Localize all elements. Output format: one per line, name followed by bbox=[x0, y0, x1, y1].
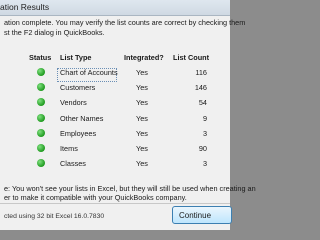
list-count-cell: 54 bbox=[198, 98, 207, 108]
header-integrated: Integrated? bbox=[124, 53, 164, 62]
status-ok-icon bbox=[37, 143, 45, 152]
status-ok-icon bbox=[37, 128, 45, 137]
status-ok-icon bbox=[37, 83, 45, 92]
continue-button[interactable]: Continue bbox=[172, 206, 232, 224]
list-type-cell: Classes bbox=[60, 159, 86, 169]
header-list-count: List Count bbox=[173, 53, 210, 62]
integrated-cell: Yes bbox=[136, 128, 148, 138]
table-row: Classes Yes 3 bbox=[0, 156, 230, 171]
title-bar: ation Results bbox=[0, 0, 230, 16]
table-row: Chart of Accounts Yes 116 bbox=[0, 65, 230, 82]
list-type-cell: Other Names bbox=[60, 113, 104, 123]
header-status: Status bbox=[29, 53, 52, 62]
divider bbox=[0, 203, 230, 204]
window-title: ation Results bbox=[0, 2, 50, 12]
integrated-cell: Yes bbox=[136, 98, 148, 108]
list-type-cell: Vendors bbox=[60, 98, 87, 108]
integrated-cell: Yes bbox=[136, 143, 148, 153]
table-row: Customers Yes 146 bbox=[0, 80, 230, 95]
header-list-type: List Type bbox=[60, 53, 92, 62]
status-ok-icon bbox=[37, 98, 45, 107]
integration-results-dialog: ation Results ation complete. You may ve… bbox=[0, 0, 256, 230]
status-ok-icon bbox=[37, 113, 45, 122]
footer-note-line-2: er to make it compatible with your Quick… bbox=[4, 192, 187, 202]
integrated-cell: Yes bbox=[136, 159, 148, 169]
integrated-cell: Yes bbox=[136, 113, 148, 123]
description-line-1: ation complete. You may verify the list … bbox=[4, 18, 246, 27]
status-ok-icon bbox=[37, 159, 45, 168]
status-text: cted using 32 bit Excel 16.0.7830 bbox=[4, 213, 105, 220]
list-count-cell: 9 bbox=[202, 113, 207, 123]
table-row: Items Yes 90 bbox=[0, 141, 230, 156]
table-row: Employees Yes 3 bbox=[0, 126, 230, 141]
list-count-cell: 90 bbox=[198, 143, 207, 153]
table-row: Other Names Yes 9 bbox=[0, 111, 230, 126]
integrated-cell: Yes bbox=[136, 68, 148, 77]
list-count-cell: 3 bbox=[202, 159, 207, 169]
integrated-cell: Yes bbox=[136, 83, 148, 93]
list-type-cell: Chart of Accounts bbox=[60, 68, 118, 77]
list-count-cell: 146 bbox=[194, 83, 207, 93]
results-table: Chart of Accounts Yes 116 Customers Yes … bbox=[0, 65, 230, 171]
list-type-cell: Employees bbox=[60, 128, 97, 138]
table-row: Vendors Yes 54 bbox=[0, 95, 230, 110]
list-count-cell: 3 bbox=[202, 128, 207, 138]
list-type-cell: Customers bbox=[60, 83, 96, 93]
list-count-cell: 116 bbox=[195, 68, 207, 77]
list-type-cell: Items bbox=[60, 143, 78, 153]
description-line-2: st the F2 dialog in QuickBooks. bbox=[4, 28, 105, 37]
footer-note: e: You won't see your lists in Excel, bu… bbox=[0, 184, 256, 202]
status-ok-icon bbox=[37, 68, 45, 76]
